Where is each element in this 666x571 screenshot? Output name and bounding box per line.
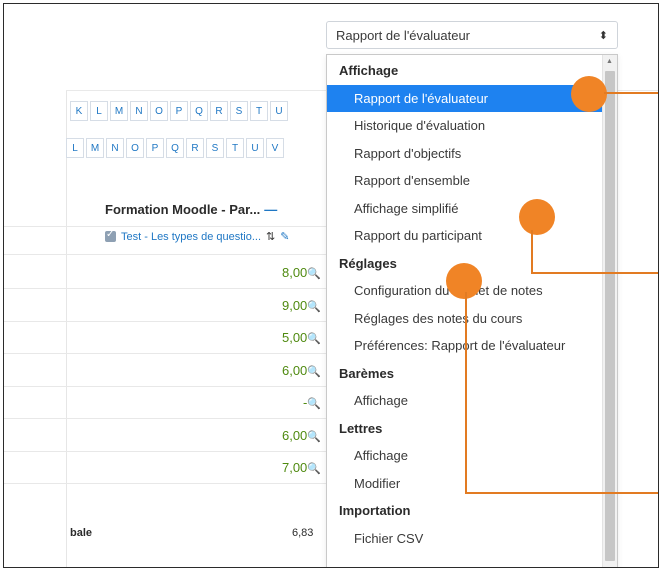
table-row-divider — [4, 418, 334, 419]
grade-column-header[interactable]: Formation Moodle - Par... — — [105, 202, 277, 217]
menu-option[interactable]: Historique d'évaluation — [327, 112, 604, 139]
menu-group-label: Importation — [339, 503, 411, 518]
grade-value[interactable]: 8,00 — [282, 265, 307, 280]
initial-letter-link[interactable]: Q — [166, 138, 184, 158]
annotation-line — [604, 92, 658, 94]
grade-value[interactable]: 7,00 — [282, 460, 307, 475]
table-row-divider — [4, 320, 334, 322]
table-row-divider — [4, 353, 334, 354]
table-row-divider — [4, 226, 334, 227]
table-row: 8,00🔍 — [204, 264, 321, 282]
menu-option[interactable]: Affichage simplifié — [327, 195, 604, 222]
sort-arrows-icon[interactable]: ⇅ — [266, 230, 275, 243]
edit-icon[interactable]: ✎ — [280, 230, 289, 243]
grade-item-title: Test - Les types de questio... — [121, 230, 262, 243]
grade-value[interactable]: 5,00 — [282, 330, 307, 345]
menu-group-label: Affichage — [339, 63, 399, 78]
collapse-icon[interactable]: — — [264, 202, 277, 217]
table-row-divider — [4, 254, 334, 255]
initial-letter-link[interactable]: O — [150, 101, 168, 121]
annotation-line — [465, 492, 658, 494]
zoom-icon[interactable]: 🔍 — [307, 332, 321, 345]
initial-filter-row-1: KLMNOPQRSTU — [70, 101, 288, 121]
report-selector[interactable]: Rapport de l'évaluateur ⬍ — [326, 21, 618, 49]
annotation-line — [531, 272, 658, 274]
zoom-icon[interactable]: 🔍 — [307, 397, 321, 410]
overall-average-label: bale — [70, 527, 93, 539]
initial-letter-link[interactable]: R — [186, 138, 204, 158]
grade-value[interactable]: 6,00 — [282, 363, 307, 378]
screenshot-frame: KLMNOPQRSTU LMNOPQRSTUV Formation Moodle… — [3, 3, 659, 568]
initial-letter-link[interactable]: L — [66, 138, 84, 158]
sort-arrows-icon: ⬍ — [598, 30, 608, 42]
table-row: 5,00🔍 — [204, 329, 321, 347]
scrollbar-thumb[interactable] — [605, 71, 615, 561]
initial-letter-link[interactable]: K — [70, 101, 88, 121]
initial-letter-link[interactable]: S — [206, 138, 224, 158]
initial-filter-row-2: LMNOPQRSTUV — [66, 138, 284, 158]
table-row-divider — [4, 450, 334, 452]
annotation-line — [531, 230, 533, 274]
initial-letter-link[interactable]: M — [110, 101, 128, 121]
annotation-marker — [519, 199, 555, 235]
initial-letter-link[interactable]: U — [246, 138, 264, 158]
grade-value[interactable]: 6,00 — [282, 428, 307, 443]
initial-letter-link[interactable]: Q — [190, 101, 208, 121]
initial-letter-link[interactable]: L — [90, 101, 108, 121]
menu-option[interactable]: Rapport d'ensemble — [327, 167, 604, 194]
initial-letter-link[interactable]: T — [226, 138, 244, 158]
annotation-line — [465, 292, 467, 494]
overall-average-value: 6,83 — [292, 527, 314, 539]
menu-option[interactable]: Rapport d'objectifs — [327, 140, 604, 167]
initial-letter-link[interactable]: M — [86, 138, 104, 158]
initial-letter-link[interactable]: R — [210, 101, 228, 121]
initial-letter-link[interactable]: N — [106, 138, 124, 158]
menu-option[interactable]: Rapport de l'évaluateur — [327, 84, 604, 112]
annotation-marker — [571, 76, 607, 112]
menu-option[interactable]: Rapport du participant — [327, 222, 604, 249]
initial-letter-link[interactable]: P — [146, 138, 164, 158]
quiz-icon — [105, 229, 116, 242]
table-row: 9,00🔍 — [204, 297, 321, 315]
zoom-icon[interactable]: 🔍 — [307, 365, 321, 378]
scroll-up-icon[interactable]: ▲ — [606, 58, 613, 65]
initial-letter-link[interactable]: N — [130, 101, 148, 121]
zoom-icon[interactable]: 🔍 — [307, 300, 321, 313]
zoom-icon[interactable]: 🔍 — [307, 267, 321, 280]
initial-letter-link[interactable]: S — [230, 101, 248, 121]
initial-letter-link[interactable]: P — [170, 101, 188, 121]
initial-letter-link[interactable]: V — [266, 138, 284, 158]
initial-letter-link[interactable]: U — [270, 101, 288, 121]
grade-value[interactable]: 9,00 — [282, 298, 307, 313]
table-row-divider — [4, 483, 334, 484]
initial-letter-link[interactable]: T — [250, 101, 268, 121]
table-row: 6,00🔍 — [204, 427, 321, 445]
grade-item-header[interactable]: Test - Les types de questio... ⇅ ✎ — [105, 229, 289, 243]
table-row: -🔍 — [204, 394, 321, 412]
report-dropdown-menu[interactable]: Affichage Rapport de l'évaluateur Historiq… — [326, 54, 618, 567]
table-row: 6,00🔍 — [204, 362, 321, 380]
initial-letter-link[interactable]: O — [126, 138, 144, 158]
table-row-divider — [4, 288, 334, 289]
table-row: 7,00🔍 — [204, 459, 321, 477]
table-row-divider — [4, 385, 334, 387]
zoom-icon[interactable]: 🔍 — [307, 462, 321, 475]
report-selector-value: Rapport de l'évaluateur — [336, 28, 471, 43]
zoom-icon[interactable]: 🔍 — [307, 430, 321, 443]
menu-option[interactable]: Fichier CSV — [327, 525, 604, 552]
annotation-marker — [446, 263, 482, 299]
grade-column-title: Formation Moodle - Par... — [105, 202, 261, 217]
